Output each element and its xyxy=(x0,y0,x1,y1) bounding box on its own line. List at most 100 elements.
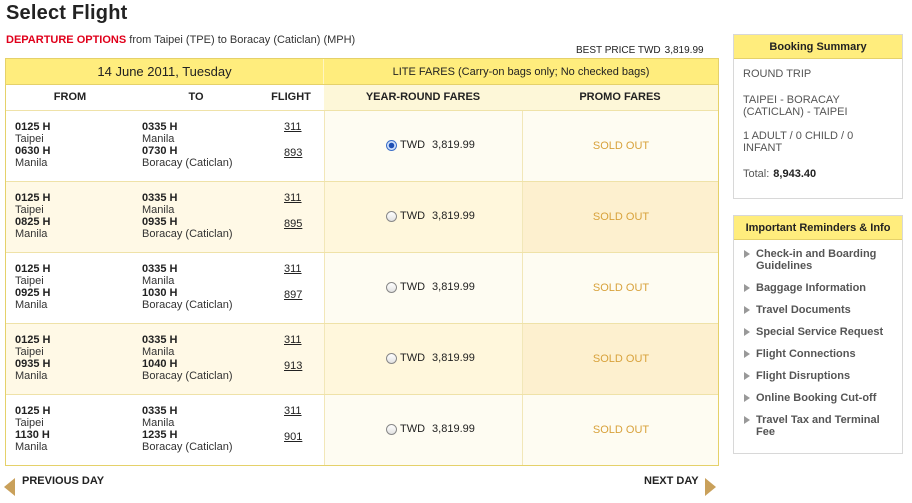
column-header-promo-fares: PROMO FARES xyxy=(522,85,718,110)
column-header-flight: FLIGHT xyxy=(258,85,324,110)
best-price-value: 3,819.99 xyxy=(664,45,704,56)
column-header-year-round-fares: YEAR-ROUND FARES xyxy=(324,85,522,110)
radio-icon[interactable] xyxy=(386,423,397,435)
sold-out-label: SOLD OUT xyxy=(592,353,650,365)
reminders-list: Check-in and Boarding Guidelines Baggage … xyxy=(734,240,902,438)
reminder-link[interactable]: Check-in and Boarding Guidelines xyxy=(742,248,896,272)
departure-options-label: DEPARTURE OPTIONS xyxy=(6,34,127,46)
departure-time-1: 0125 H xyxy=(15,334,51,346)
fare-currency: TWD xyxy=(400,139,426,151)
reminder-link[interactable]: Flight Disruptions xyxy=(742,370,896,382)
arrival-time-1: 0335 H xyxy=(142,263,178,275)
fare-table: 14 June 2011, Tuesday LITE FARES (Carry-… xyxy=(5,58,719,466)
reminder-link[interactable]: Flight Connections xyxy=(742,348,896,360)
best-price: BEST PRICE TWD 3,819.99 xyxy=(576,45,704,56)
best-price-label: BEST PRICE TWD xyxy=(576,45,661,56)
year-round-fare-cell: TWD 3,819.99 xyxy=(324,182,522,252)
arrival-time-2: 0935 H xyxy=(142,216,178,228)
triangle-bullet-icon xyxy=(744,394,750,402)
year-round-fare-option[interactable]: TWD 3,819.99 xyxy=(386,210,475,222)
departure-time-2: 0935 H xyxy=(15,358,51,370)
reminder-link[interactable]: Travel Tax and Terminal Fee xyxy=(742,414,896,438)
reminder-label: Flight Disruptions xyxy=(756,370,851,382)
reminder-link[interactable]: Online Booking Cut-off xyxy=(742,392,896,404)
departure-city-2: Manila xyxy=(15,441,48,453)
total-value: 8,943.40 xyxy=(773,168,817,180)
departure-time-1: 0125 H xyxy=(15,263,51,275)
arrow-left-icon[interactable] xyxy=(4,478,15,496)
reminder-link[interactable]: Baggage Information xyxy=(742,282,896,294)
flight-number-link[interactable]: 901 xyxy=(284,431,302,443)
next-day-link[interactable]: NEXT DAY xyxy=(644,475,699,487)
flight-row: 0125 H Taipei 0935 H Manila 0335 H Manila 1040… xyxy=(6,323,718,394)
radio-icon[interactable] xyxy=(386,352,397,364)
promo-fare-cell: SOLD OUT xyxy=(522,324,718,394)
radio-selected-icon[interactable] xyxy=(386,139,397,151)
flight-number-link[interactable]: 311 xyxy=(284,192,302,204)
flight-number-link[interactable]: 893 xyxy=(284,147,302,159)
booking-summary-title: Booking Summary xyxy=(734,35,902,59)
radio-icon[interactable] xyxy=(386,210,397,222)
arrival-city-1: Manila xyxy=(142,133,175,145)
departure-time-2: 0630 H xyxy=(15,145,51,157)
flight-number-link[interactable]: 311 xyxy=(284,121,302,133)
flight-number-link[interactable]: 895 xyxy=(284,218,302,230)
arrival-city-2: Boracay (Caticlan) xyxy=(142,228,233,240)
promo-fare-cell: SOLD OUT xyxy=(522,182,718,252)
flight-number-link[interactable]: 897 xyxy=(284,289,302,301)
year-round-fare-option[interactable]: TWD 3,819.99 xyxy=(386,281,475,293)
arrival-time-1: 0335 H xyxy=(142,405,178,417)
flight-number-link[interactable]: 311 xyxy=(284,263,302,275)
year-round-fare-option[interactable]: TWD 3,819.99 xyxy=(386,352,475,364)
column-header-to: TO xyxy=(134,85,258,110)
from-segment: 0125 H Taipei 0925 H Manila xyxy=(15,263,50,311)
flight-itinerary: 0125 H Taipei 0925 H Manila 0335 H Manila 1030… xyxy=(6,253,324,323)
flight-number-link[interactable]: 311 xyxy=(284,334,302,346)
arrival-time-1: 0335 H xyxy=(142,334,178,346)
reminder-link[interactable]: Special Service Request xyxy=(742,326,896,338)
departure-time-2: 0925 H xyxy=(15,287,51,299)
departure-city-1: Taipei xyxy=(15,346,44,358)
booking-summary-panel: Booking Summary ROUND TRIP TAIPEI - BORA… xyxy=(733,34,903,199)
flight-number-link[interactable]: 913 xyxy=(284,360,302,372)
departure-route: from Taipei (TPE) to Boracay (Caticlan) … xyxy=(126,34,356,46)
flight-row: 0125 H Taipei 1130 H Manila 0335 H Manila 1235… xyxy=(6,394,718,465)
flight-number-link[interactable]: 311 xyxy=(284,405,302,417)
from-segment: 0125 H Taipei 0825 H Manila xyxy=(15,192,50,240)
arrival-city-2: Boracay (Caticlan) xyxy=(142,157,233,169)
flight-itinerary: 0125 H Taipei 0935 H Manila 0335 H Manila 1040… xyxy=(6,324,324,394)
arrival-city-2: Boracay (Caticlan) xyxy=(142,441,233,453)
reminder-label: Baggage Information xyxy=(756,282,867,294)
reminder-link[interactable]: Travel Documents xyxy=(742,304,896,316)
arrival-city-1: Manila xyxy=(142,417,175,429)
triangle-bullet-icon xyxy=(744,372,750,380)
radio-icon[interactable] xyxy=(386,281,397,293)
fare-currency: TWD xyxy=(400,352,426,364)
reminder-label: Flight Connections xyxy=(756,348,856,360)
page-title: Select Flight xyxy=(6,2,128,24)
departure-city-2: Manila xyxy=(15,299,48,311)
passenger-count: 1 ADULT / 0 CHILD / 0 INFANT xyxy=(743,130,854,154)
departure-options-line: DEPARTURE OPTIONS from Taipei (TPE) to B… xyxy=(6,34,355,46)
previous-day-link[interactable]: PREVIOUS DAY xyxy=(22,475,104,487)
flight-row: 0125 H Taipei 0630 H Manila 0335 H Manila 0730… xyxy=(6,110,718,181)
departure-time-1: 0125 H xyxy=(15,405,51,417)
arrival-city-1: Manila xyxy=(142,204,175,216)
arrow-right-icon[interactable] xyxy=(705,478,716,496)
from-segment: 0125 H Taipei 1130 H Manila xyxy=(15,405,50,453)
triangle-bullet-icon xyxy=(744,284,750,292)
arrival-city-1: Manila xyxy=(142,346,175,358)
total-label: Total: xyxy=(743,168,770,180)
year-round-fare-option[interactable]: TWD 3,819.99 xyxy=(386,139,475,151)
departure-city-2: Manila xyxy=(15,157,48,169)
departure-time-1: 0125 H xyxy=(15,192,51,204)
flight-row: 0125 H Taipei 0925 H Manila 0335 H Manila 1030… xyxy=(6,252,718,323)
triangle-bullet-icon xyxy=(744,306,750,314)
arrival-time-2: 1235 H xyxy=(142,429,178,441)
reminders-panel: Important Reminders & Info Check-in and … xyxy=(733,215,903,454)
departure-city-2: Manila xyxy=(15,370,48,382)
fare-currency: TWD xyxy=(400,281,426,293)
departure-city-1: Taipei xyxy=(15,417,44,429)
lite-fares-header: LITE FARES (Carry-on bags only; No check… xyxy=(392,66,650,78)
year-round-fare-option[interactable]: TWD 3,819.99 xyxy=(386,423,475,435)
